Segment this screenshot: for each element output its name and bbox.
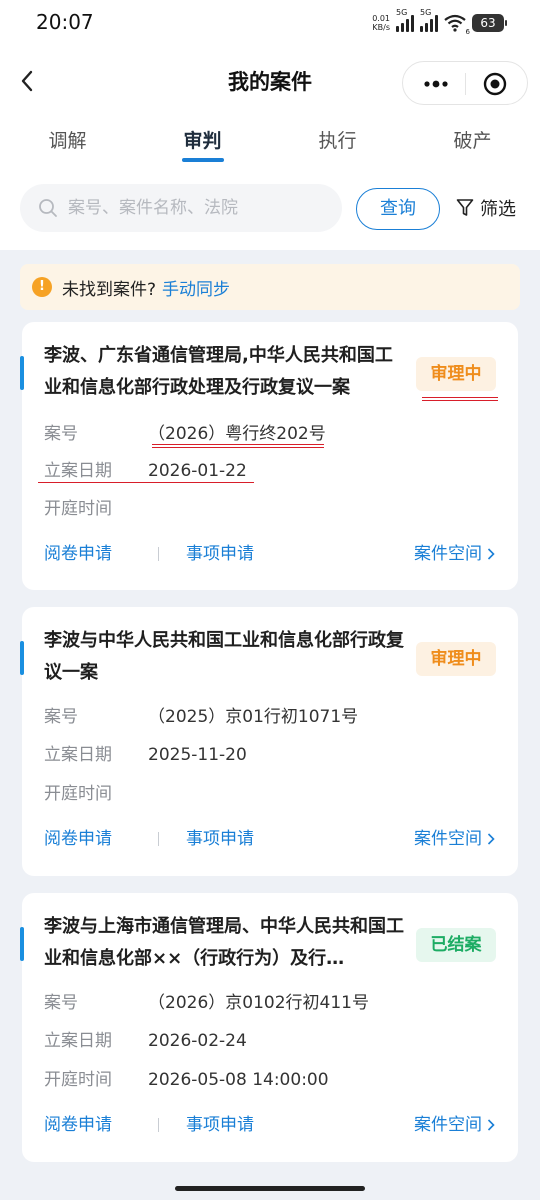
filing-date-label: 立案日期 bbox=[44, 745, 112, 765]
filing-date-value: 2025-11-20 bbox=[148, 745, 247, 765]
chevron-right-icon bbox=[487, 833, 495, 845]
case-number-label: 案号 bbox=[44, 707, 78, 727]
tab-trial[interactable]: 审判 bbox=[135, 118, 270, 168]
action-divider bbox=[158, 547, 159, 561]
read-file-apply-link[interactable]: 阅卷申请 bbox=[44, 539, 112, 569]
case-card[interactable]: 李波与上海市通信管理局、中华人民共和国工业和信息化部××（行政行为）及行… 已结… bbox=[20, 893, 518, 1162]
filter-label: 筛选 bbox=[480, 199, 516, 220]
case-title: 李波、广东省通信管理局,中华人民共和国工业和信息化部行政处理及行政复议一案 bbox=[44, 345, 393, 398]
matter-apply-link[interactable]: 事项申请 bbox=[186, 1110, 254, 1140]
status-badge: 审理中 bbox=[416, 357, 496, 391]
notice-text: 未找到案件? bbox=[62, 279, 157, 300]
hearing-time-label: 开庭时间 bbox=[44, 1070, 112, 1090]
status-time: 20:07 bbox=[36, 10, 94, 34]
nav-bar: 我的案件 bbox=[0, 52, 540, 112]
mini-program-capsule bbox=[402, 61, 528, 105]
search-row: 查询 筛选 bbox=[0, 184, 540, 234]
chevron-right-icon bbox=[487, 1119, 495, 1131]
target-circle-icon bbox=[483, 72, 507, 96]
signal-icon: 5G bbox=[420, 8, 438, 32]
filing-date-label: 立案日期 bbox=[44, 461, 112, 481]
query-button[interactable]: 查询 bbox=[356, 188, 440, 230]
net-speed: 0.01 KB/s bbox=[372, 14, 390, 32]
filing-date-value: 2026-01-22 bbox=[148, 461, 247, 481]
card-actions: 阅卷申请 事项申请 案件空间 bbox=[44, 539, 496, 569]
status-bar: 20:07 0.01 KB/s 5G 5G 6 63 bbox=[0, 0, 540, 48]
card-accent-bar bbox=[20, 356, 24, 390]
hearing-time-label: 开庭时间 bbox=[44, 499, 112, 519]
tab-mediation[interactable]: 调解 bbox=[0, 118, 135, 168]
filter-button[interactable]: 筛选 bbox=[456, 194, 516, 222]
filing-date-value: 2026-02-24 bbox=[148, 1031, 247, 1051]
capsule-divider bbox=[465, 73, 466, 95]
status-badge: 审理中 bbox=[416, 642, 496, 676]
sync-notice: ! 未找到案件? 手动同步 bbox=[20, 264, 520, 310]
action-divider bbox=[158, 1118, 159, 1132]
case-number-label: 案号 bbox=[44, 993, 78, 1013]
red-underline-case-number bbox=[152, 444, 324, 448]
card-actions: 阅卷申请 事项申请 案件空间 bbox=[44, 824, 496, 854]
manual-sync-link[interactable]: 手动同步 bbox=[162, 275, 230, 300]
card-accent-bar bbox=[20, 927, 24, 961]
more-dots-icon bbox=[424, 80, 448, 88]
action-divider bbox=[158, 832, 159, 846]
more-button[interactable] bbox=[421, 74, 451, 94]
filter-icon bbox=[456, 199, 474, 216]
case-title: 李波与上海市通信管理局、中华人民共和国工业和信息化部××（行政行为）及行… bbox=[44, 916, 404, 969]
case-type-tabs: 调解 审判 执行 破产 bbox=[0, 118, 540, 168]
close-miniprogram-button[interactable] bbox=[483, 72, 507, 96]
search-icon bbox=[39, 199, 57, 217]
filing-date-label: 立案日期 bbox=[44, 1031, 112, 1051]
case-number-label: 案号 bbox=[44, 424, 78, 444]
case-space-link[interactable]: 案件空间 bbox=[414, 824, 496, 854]
search-box bbox=[20, 184, 342, 232]
read-file-apply-link[interactable]: 阅卷申请 bbox=[44, 1110, 112, 1140]
case-card[interactable]: 李波、广东省通信管理局,中华人民共和国工业和信息化部行政处理及行政复议一案 审理… bbox=[20, 322, 518, 590]
signal-icon: 5G bbox=[396, 8, 414, 32]
status-badge: 已结案 bbox=[416, 928, 496, 962]
battery-icon: 63 bbox=[472, 14, 507, 32]
tab-execution[interactable]: 执行 bbox=[270, 118, 405, 168]
case-space-link[interactable]: 案件空间 bbox=[414, 1110, 496, 1140]
hearing-time-label: 开庭时间 bbox=[44, 784, 112, 804]
matter-apply-link[interactable]: 事项申请 bbox=[186, 539, 254, 569]
case-card[interactable]: 李波与中华人民共和国工业和信息化部行政复议一案 审理中 案号 （2025）京01… bbox=[20, 607, 518, 876]
tab-bankruptcy[interactable]: 破产 bbox=[405, 118, 540, 168]
case-space-link[interactable]: 案件空间 bbox=[414, 539, 496, 569]
card-accent-bar bbox=[20, 641, 24, 675]
case-number-value: （2025）京01行初1071号 bbox=[148, 707, 359, 727]
hearing-time-value: 2026-05-08 14:00:00 bbox=[148, 1070, 329, 1090]
warning-icon: ! bbox=[32, 277, 52, 297]
case-number-value: （2026）京0102行初411号 bbox=[148, 993, 369, 1013]
chevron-right-icon bbox=[487, 548, 495, 560]
red-underline-status bbox=[422, 397, 498, 401]
matter-apply-link[interactable]: 事项申请 bbox=[186, 824, 254, 854]
home-indicator[interactable] bbox=[175, 1186, 365, 1191]
status-icons: 0.01 KB/s 5G 5G 6 63 bbox=[372, 8, 507, 36]
wifi-icon: 6 bbox=[444, 14, 470, 36]
card-actions: 阅卷申请 事项申请 案件空间 bbox=[44, 1110, 496, 1140]
red-underline-filing-date bbox=[38, 482, 254, 484]
search-input[interactable] bbox=[68, 184, 328, 232]
case-title: 李波与中华人民共和国工业和信息化部行政复议一案 bbox=[44, 630, 404, 683]
read-file-apply-link[interactable]: 阅卷申请 bbox=[44, 824, 112, 854]
